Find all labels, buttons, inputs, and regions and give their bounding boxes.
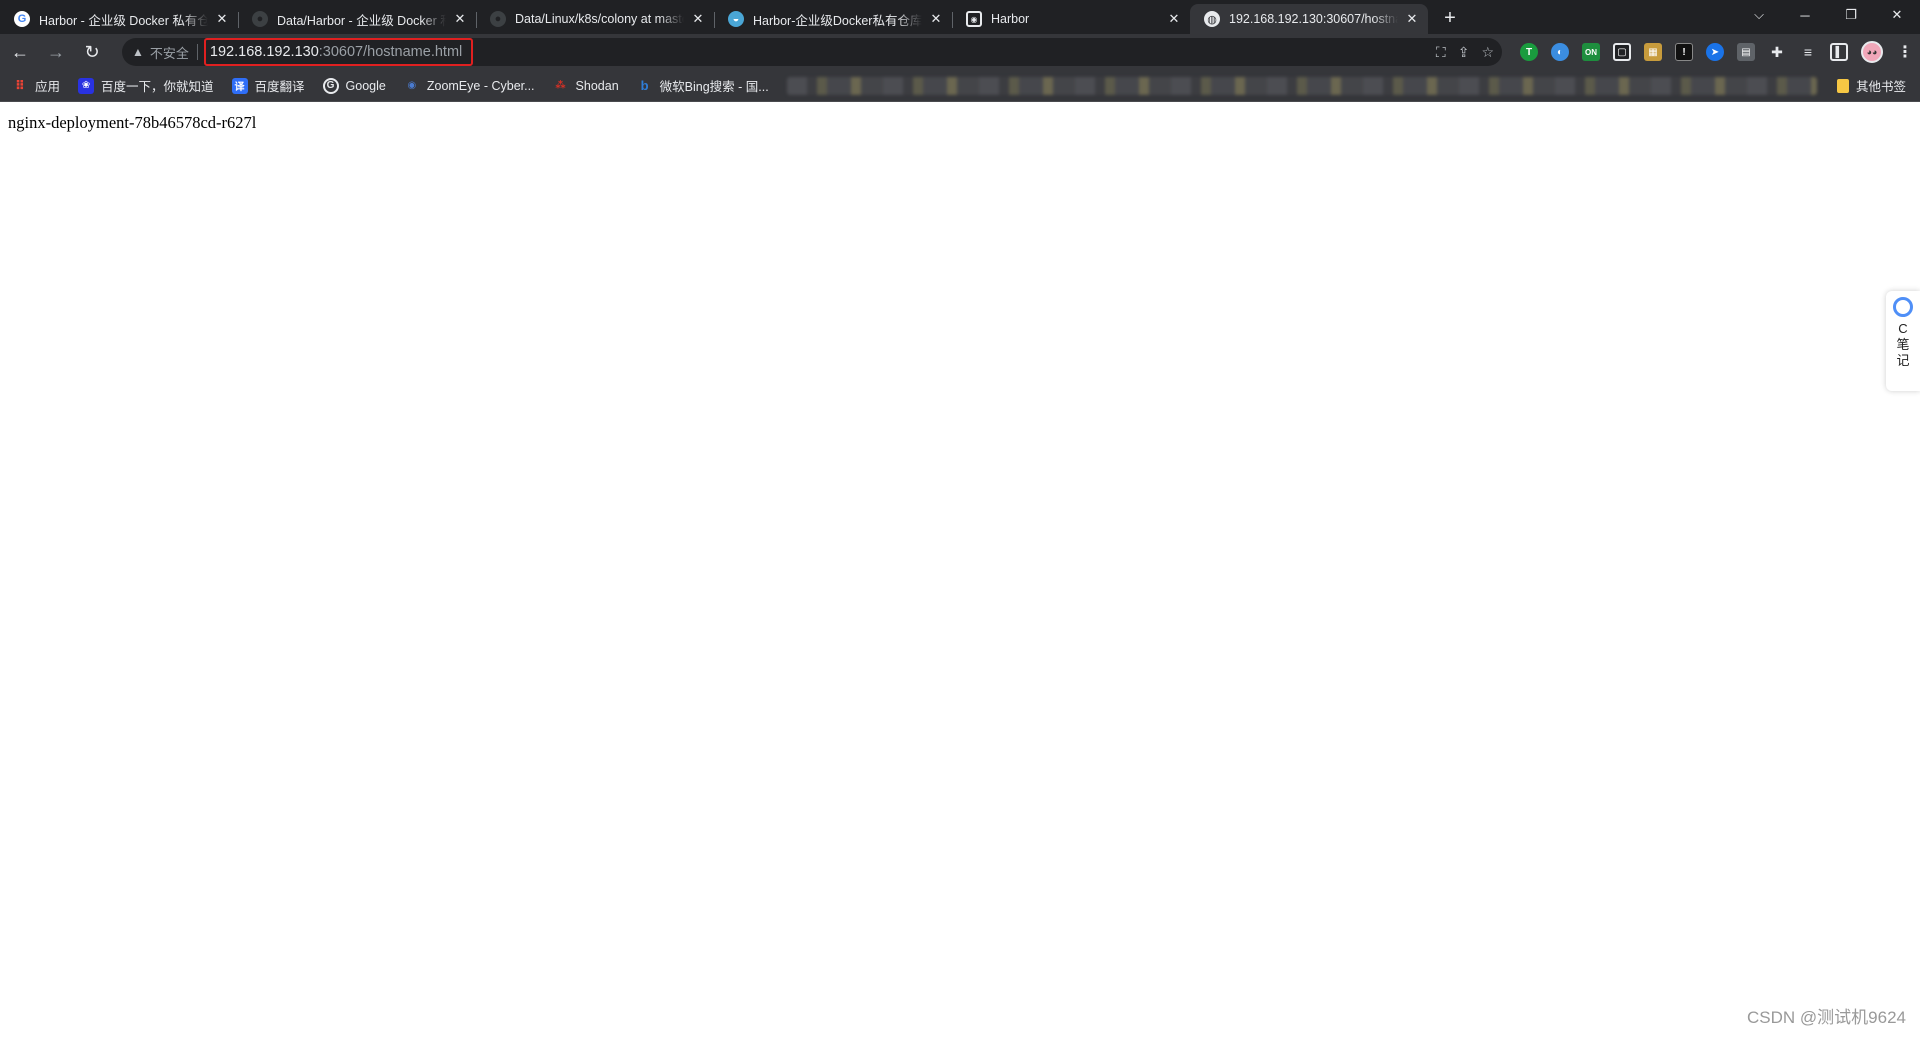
side-panel-icon[interactable]: ▌ — [1830, 43, 1848, 61]
tab-title: 192.168.192.130:30607/hostname.html — [1229, 12, 1398, 26]
tab-harbor-google[interactable]: G Harbor - 企业级 Docker 私有仓库 ✕ — [0, 4, 238, 34]
harbor-icon: ◒ — [728, 11, 744, 27]
address-bar[interactable]: ▲ 不安全 192.168.192.130:30607/hostname.htm… — [122, 38, 1502, 66]
bookmark-label: 其他书签 — [1855, 80, 1906, 94]
back-button[interactable]: ← — [4, 36, 36, 68]
globe-icon: ◍ — [1204, 11, 1220, 27]
note-widget-label: 笔 — [1896, 337, 1910, 352]
bookmark-label: 百度翻译 — [254, 80, 305, 94]
close-icon[interactable]: ✕ — [1404, 11, 1420, 27]
baidu-icon: ❀ — [78, 77, 95, 94]
note-logo-icon — [1893, 297, 1913, 317]
divider — [196, 44, 198, 60]
frame-ext-icon[interactable]: ▢ — [1613, 43, 1631, 61]
tab-search-icon[interactable]: ⌵ — [1736, 7, 1782, 23]
translate-icon[interactable]: ⛶ — [1436, 44, 1446, 61]
tab-title: Harbor-企业级Docker私有仓库 — [753, 13, 922, 28]
zoomeye-icon: ◉ — [407, 80, 417, 91]
extensions-area: T ◐ ON ▢ ▦ ! ➤ ▤ ✚ ≡ ▌ ◕◕ ⋮ — [1520, 41, 1914, 63]
url-text[interactable]: 192.168.192.130:30607/hostname.html — [203, 38, 474, 66]
tab-title: Data/Linux/k8s/colony at master — [515, 12, 684, 26]
translate-icon: 译 — [231, 77, 248, 94]
hostname-text: nginx-deployment-78b46578cd-r627l — [8, 113, 257, 132]
browser-toolbar: ← → ↻ ▲ 不安全 192.168.192.130:30607/hostna… — [0, 34, 1920, 70]
close-window-icon[interactable]: ✕ — [1874, 7, 1920, 23]
new-tab-button[interactable]: + — [1436, 4, 1464, 32]
harbor-frame-icon: ◉ — [966, 11, 982, 27]
tab-hostname-active[interactable]: ◍ 192.168.192.130:30607/hostname.html ✕ — [1190, 4, 1428, 34]
reload-icon: ↻ — [84, 41, 100, 62]
compass-ext-icon[interactable]: ➤ — [1706, 43, 1724, 61]
bookmark-label: ZoomEye - Cyber... — [426, 78, 535, 93]
bookmark-label: 百度一下，你就知道 — [101, 80, 214, 94]
bookmark-label: 应用 — [35, 80, 61, 94]
note-widget-label: 记 — [1896, 353, 1910, 368]
folder-icon — [1836, 78, 1849, 93]
warning-icon: ▲ — [132, 45, 144, 59]
bookmark-baidu[interactable]: ❀ 百度一下，你就知道 — [78, 76, 214, 95]
tab-data-linux-k8s[interactable]: ● Data/Linux/k8s/colony at master ✕ — [476, 4, 714, 34]
github-icon: ● — [490, 11, 506, 27]
reload-button[interactable]: ↻ — [76, 36, 108, 68]
image-ext-icon[interactable]: ▦ — [1644, 43, 1662, 61]
tab-data-harbor[interactable]: ● Data/Harbor - 企业级 Docker 私有仓库 ✕ — [238, 4, 476, 34]
page-content: nginx-deployment-78b46578cd-r627l C 笔 记 … — [0, 103, 1920, 1038]
star-icon[interactable]: ☆ — [1481, 44, 1494, 61]
tab-title: Data/Harbor - 企业级 Docker 私有仓库 — [277, 13, 446, 28]
note-side-widget[interactable]: C 笔 记 — [1886, 291, 1920, 391]
close-icon[interactable]: ✕ — [1166, 11, 1182, 27]
close-icon[interactable]: ✕ — [214, 11, 230, 27]
tab-harbor-cn[interactable]: ◒ Harbor-企业级Docker私有仓库 ✕ — [714, 4, 952, 34]
on-switch-icon[interactable]: ON — [1582, 43, 1600, 61]
reading-list-icon[interactable]: ≡ — [1799, 43, 1817, 61]
arrow-left-icon: ← — [11, 41, 29, 62]
google-icon: G — [322, 77, 339, 94]
url-host: 192.168.192.130 — [209, 44, 319, 60]
bookmark-baidu-translate[interactable]: 译 百度翻译 — [231, 76, 305, 95]
lightning-ext-icon[interactable]: ! — [1675, 43, 1693, 61]
reader-ext-icon[interactable]: ▤ — [1737, 43, 1755, 61]
blurred-bookmarks — [786, 76, 1817, 95]
tampermonkey-icon[interactable]: T — [1520, 43, 1538, 61]
bookmark-bing[interactable]: b 微软Bing搜索 - 国... — [637, 76, 769, 95]
apps-grid-icon: ⠿ — [14, 77, 26, 93]
shodan-icon: ⁂ — [555, 80, 566, 91]
close-icon[interactable]: ✕ — [928, 11, 944, 27]
restore-icon[interactable]: ❐ — [1828, 7, 1874, 23]
bookmark-shodan[interactable]: ⁂ Shodan — [553, 78, 619, 94]
github-icon: ● — [252, 11, 268, 27]
profile-avatar[interactable]: ◕◕ — [1861, 41, 1883, 63]
bookmark-zoomeye[interactable]: ◉ ZoomEye - Cyber... — [404, 78, 535, 94]
arrow-right-icon: → — [47, 41, 65, 62]
bing-icon: b — [640, 78, 649, 93]
share-icon[interactable]: ⇪ — [1458, 44, 1470, 61]
csdn-watermark: CSDN @测试机9624 — [1747, 1008, 1906, 1027]
minimize-icon[interactable]: ─ — [1782, 8, 1828, 23]
close-icon[interactable]: ✕ — [690, 11, 706, 27]
puzzle-icon[interactable]: ✚ — [1768, 43, 1786, 61]
window-controls: ⌵ ─ ❐ ✕ — [1736, 0, 1920, 30]
edge-ext-icon[interactable]: ◐ — [1551, 43, 1569, 61]
omnibox-actions: ⛶ ⇪ ☆ — [1436, 38, 1494, 66]
bookmark-label: Google — [345, 78, 386, 93]
bookmarks-bar: ⠿ 应用 ❀ 百度一下，你就知道 译 百度翻译 G Google ◉ ZoomE… — [0, 70, 1920, 102]
tab-harbor[interactable]: ◉ Harbor ✕ — [952, 4, 1190, 34]
bookmark-label: 微软Bing搜索 - 国... — [659, 80, 769, 94]
tab-title: Harbor - 企业级 Docker 私有仓库 — [39, 13, 208, 28]
tab-title: Harbor — [991, 12, 1030, 26]
url-path: :30607/hostname.html — [318, 44, 463, 60]
forward-button[interactable]: → — [40, 36, 72, 68]
security-indicator[interactable]: ▲ 不安全 — [132, 43, 189, 62]
bookmark-google[interactable]: G Google — [322, 77, 386, 94]
menu-icon[interactable]: ⋮ — [1896, 43, 1914, 61]
bookmark-apps[interactable]: ⠿ 应用 — [12, 76, 60, 95]
close-icon[interactable]: ✕ — [452, 11, 468, 27]
tab-strip: G Harbor - 企业级 Docker 私有仓库 ✕ ● Data/Harb… — [0, 0, 1920, 34]
bookmark-label: Shodan — [575, 78, 619, 93]
bookmark-other-folder[interactable]: 其他书签 — [1836, 76, 1906, 95]
security-label: 不安全 — [149, 45, 189, 61]
google-icon: G — [14, 11, 30, 27]
note-widget-label: C — [1898, 321, 1908, 336]
